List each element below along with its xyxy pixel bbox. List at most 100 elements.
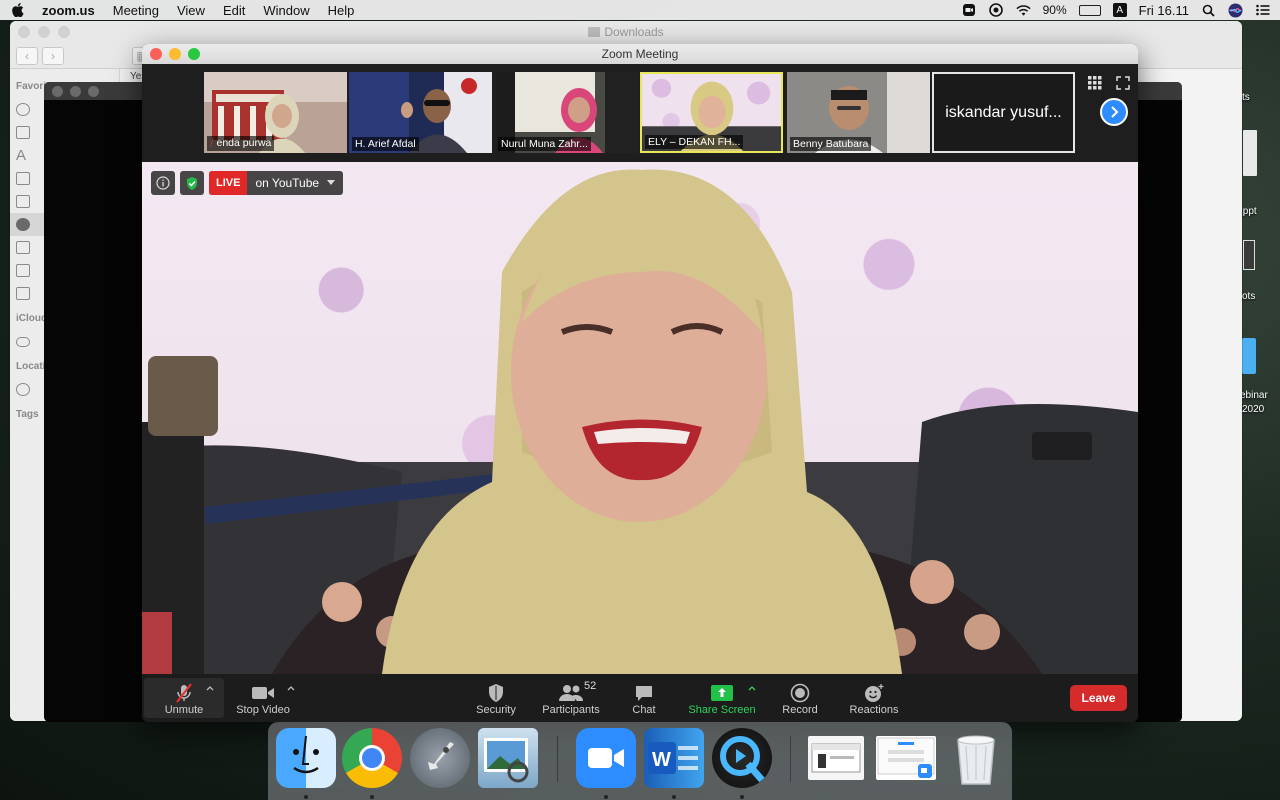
record-icon	[790, 682, 810, 704]
menu-meeting[interactable]: Meeting	[113, 3, 159, 18]
dock-trash-icon[interactable]	[946, 728, 1006, 788]
caret-down-icon	[327, 180, 336, 185]
meeting-controls-toolbar: Unmute Stop Video Security Participants …	[142, 674, 1138, 722]
dock-separator	[557, 736, 558, 782]
unmute-label: Unmute	[164, 704, 204, 716]
dock-launchpad-icon[interactable]	[410, 728, 470, 788]
chat-button[interactable]: Chat	[626, 678, 662, 718]
zoom-status-icon[interactable]	[962, 3, 977, 18]
desktop-file-icon[interactable]	[1243, 130, 1257, 176]
fullscreen-icon[interactable]	[1116, 76, 1130, 90]
dock-word-icon[interactable]: W	[644, 728, 704, 788]
dock-zoom-document-thumbnail[interactable]	[876, 736, 936, 780]
window-minimize-button[interactable]	[169, 48, 181, 60]
menu-view[interactable]: View	[177, 3, 205, 18]
participant-name: Nurul Muna Zahr...	[498, 137, 591, 151]
chat-label: Chat	[632, 704, 656, 716]
battery-icon[interactable]	[1078, 4, 1101, 16]
menu-help[interactable]: Help	[328, 3, 355, 18]
participant-tile[interactable]: ⧸ enda purwa	[204, 72, 347, 153]
battery-percent: 90%	[1042, 3, 1067, 17]
menubar-clock[interactable]: Fri 16.11	[1139, 3, 1189, 18]
record-label: Record	[782, 704, 818, 716]
finder-window-controls[interactable]	[18, 26, 70, 38]
desktop-file-label-4[interactable]: ebinar	[1240, 390, 1268, 401]
svg-text:W: W	[652, 749, 671, 771]
finder-title: Downloads	[604, 25, 664, 39]
live-streaming-indicator[interactable]: LIVE on YouTube	[209, 171, 344, 195]
gallery-view-icon[interactable]	[1088, 76, 1102, 90]
vpn-status-icon[interactable]	[989, 3, 1004, 18]
meeting-info-button[interactable]	[151, 171, 175, 195]
leave-meeting-button[interactable]: Leave	[1070, 685, 1127, 711]
keyboard-input-icon[interactable]: A	[1112, 3, 1127, 17]
dock-running-indicator	[604, 795, 608, 799]
chat-bubble-icon	[634, 682, 654, 704]
apple-icon[interactable]	[10, 3, 24, 17]
participants-label: Participants	[542, 704, 600, 716]
video-options-caret-icon[interactable]	[287, 684, 295, 692]
zoom-titlebar[interactable]: Zoom Meeting	[142, 44, 1138, 64]
participant-name: ELY – DEKAN FH...	[645, 135, 744, 149]
finder-back-button[interactable]: ‹	[16, 46, 38, 65]
window-close-button[interactable]	[150, 48, 162, 60]
window-maximize-button[interactable]	[188, 48, 200, 60]
encryption-status-button[interactable]	[180, 171, 204, 195]
menu-edit[interactable]: Edit	[223, 3, 245, 18]
video-camera-icon	[251, 682, 275, 704]
participant-tile[interactable]: H. Arief Afdal	[349, 72, 492, 153]
menu-window[interactable]: Window	[263, 3, 309, 18]
dock-quicktime-icon[interactable]	[712, 728, 772, 788]
participant-tile[interactable]: Nurul Muna Zahr...	[495, 72, 638, 153]
participant-tile-active-speaker[interactable]: ELY – DEKAN FH...	[640, 72, 783, 153]
desktop-file-label-5[interactable]: 2020	[1242, 404, 1264, 415]
notification-center-icon[interactable]	[1255, 3, 1270, 18]
muted-microphone-icon	[173, 682, 195, 704]
spotlight-search-icon[interactable]	[1201, 3, 1216, 18]
menu-app-name[interactable]: zoom.us	[42, 3, 95, 18]
siri-icon[interactable]	[1228, 3, 1243, 18]
dock-finder-icon[interactable]	[276, 728, 336, 788]
live-tag: LIVE	[209, 171, 248, 195]
desktop-file-label-1[interactable]: ts	[1242, 92, 1250, 103]
shield-icon	[487, 682, 505, 704]
chevron-right-icon	[1111, 106, 1119, 118]
dock: W	[268, 722, 1012, 800]
dock-running-indicator	[672, 795, 676, 799]
finder-forward-button[interactable]: ›	[42, 46, 64, 65]
next-page-button[interactable]	[1100, 98, 1128, 126]
reactions-button[interactable]: Reactions	[846, 678, 902, 718]
desktop-file-label-3[interactable]: ots	[1242, 291, 1255, 302]
dock-screenshot-thumbnail[interactable]	[808, 736, 864, 780]
dock-zoom-icon[interactable]	[576, 728, 636, 788]
security-button[interactable]: Security	[469, 678, 523, 718]
participant-tile-no-video[interactable]: iskandar yusuf...	[932, 72, 1075, 153]
record-button[interactable]: Record	[778, 678, 822, 718]
finder-titlebar[interactable]: Downloads	[10, 21, 1242, 43]
desktop-file-icon[interactable]	[1243, 240, 1255, 270]
participant-name: Benny Batubara	[790, 137, 872, 151]
smiley-plus-icon	[863, 682, 885, 704]
finder-folder-icon	[588, 27, 601, 37]
info-icon	[156, 176, 170, 190]
desktop-file-label-2[interactable]: .ppt	[1240, 206, 1257, 217]
participants-count: 52	[584, 680, 597, 692]
reactions-label: Reactions	[849, 704, 899, 716]
dock-running-indicator	[740, 795, 744, 799]
dock-chrome-icon[interactable]	[342, 728, 402, 788]
participants-button[interactable]: Participants 52	[538, 678, 604, 718]
share-screen-label: Share Screen	[688, 704, 756, 716]
participant-name: ⧸ enda purwa	[207, 136, 275, 151]
participant-name: H. Arief Afdal	[352, 137, 419, 151]
audio-options-caret-icon[interactable]	[206, 684, 214, 692]
participants-icon	[558, 682, 584, 704]
wifi-icon[interactable]	[1016, 3, 1031, 18]
zoom-meeting-window: Zoom Meeting ⧸ enda purwa H. Arief Afdal…	[142, 44, 1138, 722]
participant-tile[interactable]: Benny Batubara	[787, 72, 930, 153]
share-options-caret-icon[interactable]	[748, 684, 756, 692]
active-speaker-video: LIVE on YouTube	[142, 162, 1138, 674]
desktop-file-icon[interactable]	[1242, 338, 1256, 374]
participant-strip: ⧸ enda purwa H. Arief Afdal Nurul Muna Z…	[142, 64, 1138, 162]
dock-preview-icon[interactable]	[478, 728, 538, 788]
share-screen-icon	[711, 682, 733, 704]
